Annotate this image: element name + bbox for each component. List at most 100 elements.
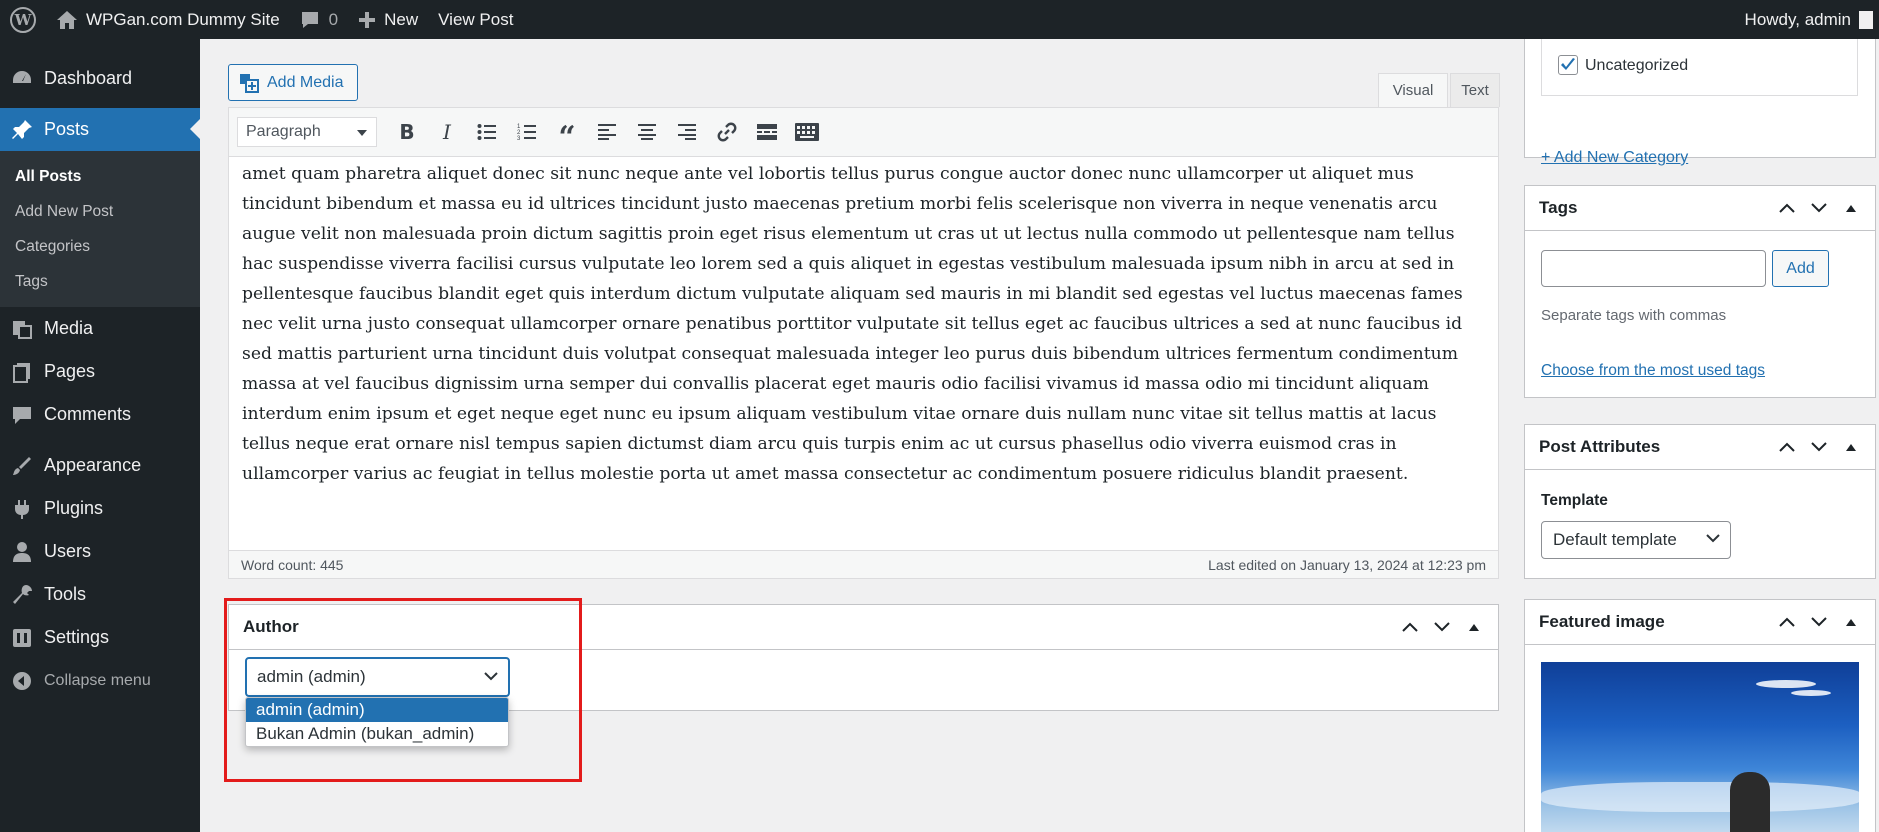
align-center-button[interactable]: [627, 115, 667, 149]
template-label: Template: [1541, 492, 1608, 509]
cloud-shape: [1541, 782, 1859, 812]
toggle-panel-button[interactable]: [1835, 431, 1867, 463]
comments-count: 0: [328, 9, 339, 29]
menu-item-tools[interactable]: Tools: [0, 573, 200, 616]
category-checkbox[interactable]: [1558, 55, 1578, 75]
pages-icon: [10, 360, 34, 384]
chevron-down-icon: [1811, 442, 1827, 452]
new-content-link[interactable]: New: [348, 0, 428, 39]
menu-item-posts[interactable]: Posts: [0, 108, 200, 151]
menu-label: Tools: [44, 584, 87, 604]
move-up-button[interactable]: [1771, 192, 1803, 224]
choose-most-used-tags-link[interactable]: Choose from the most used tags: [1541, 362, 1765, 380]
add-new-category-link[interactable]: + Add New Category: [1541, 149, 1688, 167]
comments-link[interactable]: 0: [290, 0, 348, 39]
metabox-controls: [1771, 431, 1875, 463]
add-media-button[interactable]: Add Media: [228, 64, 358, 101]
triangle-up-icon: [1469, 623, 1479, 631]
menu-item-comments[interactable]: Comments: [0, 393, 200, 436]
move-up-button[interactable]: [1771, 606, 1803, 638]
tag-input[interactable]: [1541, 250, 1766, 287]
cloud-shape: [1756, 680, 1816, 688]
site-name: WPGan.com Dummy Site: [86, 9, 280, 29]
post-attributes-title: Post Attributes: [1539, 437, 1661, 456]
svg-text:W: W: [14, 11, 33, 29]
read-more-button[interactable]: [747, 115, 787, 149]
chevron-up-icon: [1779, 617, 1795, 627]
format-select[interactable]: Paragraph: [237, 117, 377, 147]
insert-link-button[interactable]: [707, 115, 747, 149]
collapse-menu-button[interactable]: Collapse menu: [0, 659, 200, 702]
tab-text[interactable]: Text: [1450, 73, 1500, 107]
svg-text:3: 3: [517, 136, 521, 141]
move-down-button[interactable]: [1426, 611, 1458, 643]
italic-icon: I: [443, 120, 451, 144]
move-down-button[interactable]: [1803, 192, 1835, 224]
chevron-down-icon: [1811, 203, 1827, 213]
post-attributes-header: Post Attributes: [1525, 425, 1875, 470]
appearance-icon: [10, 454, 34, 478]
featured-image-thumbnail[interactable]: [1541, 662, 1859, 832]
format-select-value: Paragraph: [246, 123, 321, 140]
featured-image-metabox: Featured image: [1524, 599, 1876, 832]
menu-label: Users: [44, 541, 92, 561]
toggle-panel-button[interactable]: [1835, 192, 1867, 224]
bold-button[interactable]: B: [387, 115, 427, 149]
link-icon: [717, 122, 737, 142]
home-icon: [56, 10, 78, 30]
toggle-panel-button[interactable]: [1458, 611, 1490, 643]
move-down-button[interactable]: [1803, 431, 1835, 463]
read-more-icon: [757, 124, 777, 140]
menu-item-plugins[interactable]: Plugins: [0, 487, 200, 530]
my-account-link[interactable]: Howdy, admin: [1735, 0, 1879, 39]
menu-item-appearance[interactable]: Appearance: [0, 444, 200, 487]
menu-item-pages[interactable]: Pages: [0, 350, 200, 393]
submenu-categories[interactable]: Categories: [0, 229, 200, 264]
editor-status-bar: Word count: 445 Last edited on January 1…: [228, 550, 1499, 579]
tab-visual[interactable]: Visual: [1378, 73, 1448, 107]
menu-item-users[interactable]: Users: [0, 530, 200, 573]
align-center-icon: [638, 124, 656, 140]
site-name-link[interactable]: WPGan.com Dummy Site: [46, 0, 290, 39]
comments-icon: [10, 403, 34, 427]
view-post-link[interactable]: View Post: [428, 0, 523, 39]
align-left-button[interactable]: [587, 115, 627, 149]
numbered-list-button[interactable]: 123: [507, 115, 547, 149]
menu-item-settings[interactable]: Settings: [0, 616, 200, 659]
category-label: Uncategorized: [1585, 57, 1689, 74]
word-count: Word count: 445: [241, 556, 344, 573]
menu-label: Appearance: [44, 455, 142, 475]
chevron-down-icon: [1706, 534, 1720, 543]
move-down-button[interactable]: [1803, 606, 1835, 638]
avatar: [1859, 10, 1873, 29]
triangle-up-icon: [1846, 443, 1856, 451]
move-up-button[interactable]: [1394, 611, 1426, 643]
menu-item-dashboard[interactable]: Dashboard: [0, 57, 200, 100]
caret-down-icon: [357, 130, 367, 136]
toolbar-toggle-button[interactable]: [787, 115, 827, 149]
align-right-button[interactable]: [667, 115, 707, 149]
new-label: New: [384, 9, 419, 29]
menu-label: Pages: [44, 361, 96, 381]
tags-metabox-header: Tags: [1525, 186, 1875, 231]
chevron-up-icon: [1402, 622, 1418, 632]
menu-item-media[interactable]: Media: [0, 307, 200, 350]
template-select[interactable]: Default template: [1541, 521, 1731, 559]
bullet-list-button[interactable]: [467, 115, 507, 149]
triangle-up-icon: [1846, 618, 1856, 626]
collapse-label: Collapse menu: [44, 671, 151, 689]
tags-metabox-title: Tags: [1539, 198, 1578, 217]
move-up-button[interactable]: [1771, 431, 1803, 463]
blockquote-button[interactable]: “: [547, 115, 587, 153]
italic-button[interactable]: I: [427, 115, 467, 149]
add-tag-button[interactable]: Add: [1772, 250, 1829, 287]
submenu-all-posts[interactable]: All Posts: [0, 159, 200, 194]
wordpress-logo-icon[interactable]: W: [0, 0, 46, 39]
editor-content[interactable]: amet quam pharetra aliquet donec sit nun…: [228, 157, 1499, 550]
submenu-add-new-post[interactable]: Add New Post: [0, 194, 200, 229]
toggle-panel-button[interactable]: [1835, 606, 1867, 638]
numbered-list-icon: 123: [517, 124, 536, 141]
post-body-text: amet quam pharetra aliquet donec sit nun…: [242, 164, 1463, 484]
submenu-tags[interactable]: Tags: [0, 264, 200, 299]
chevron-up-icon: [1779, 203, 1795, 213]
